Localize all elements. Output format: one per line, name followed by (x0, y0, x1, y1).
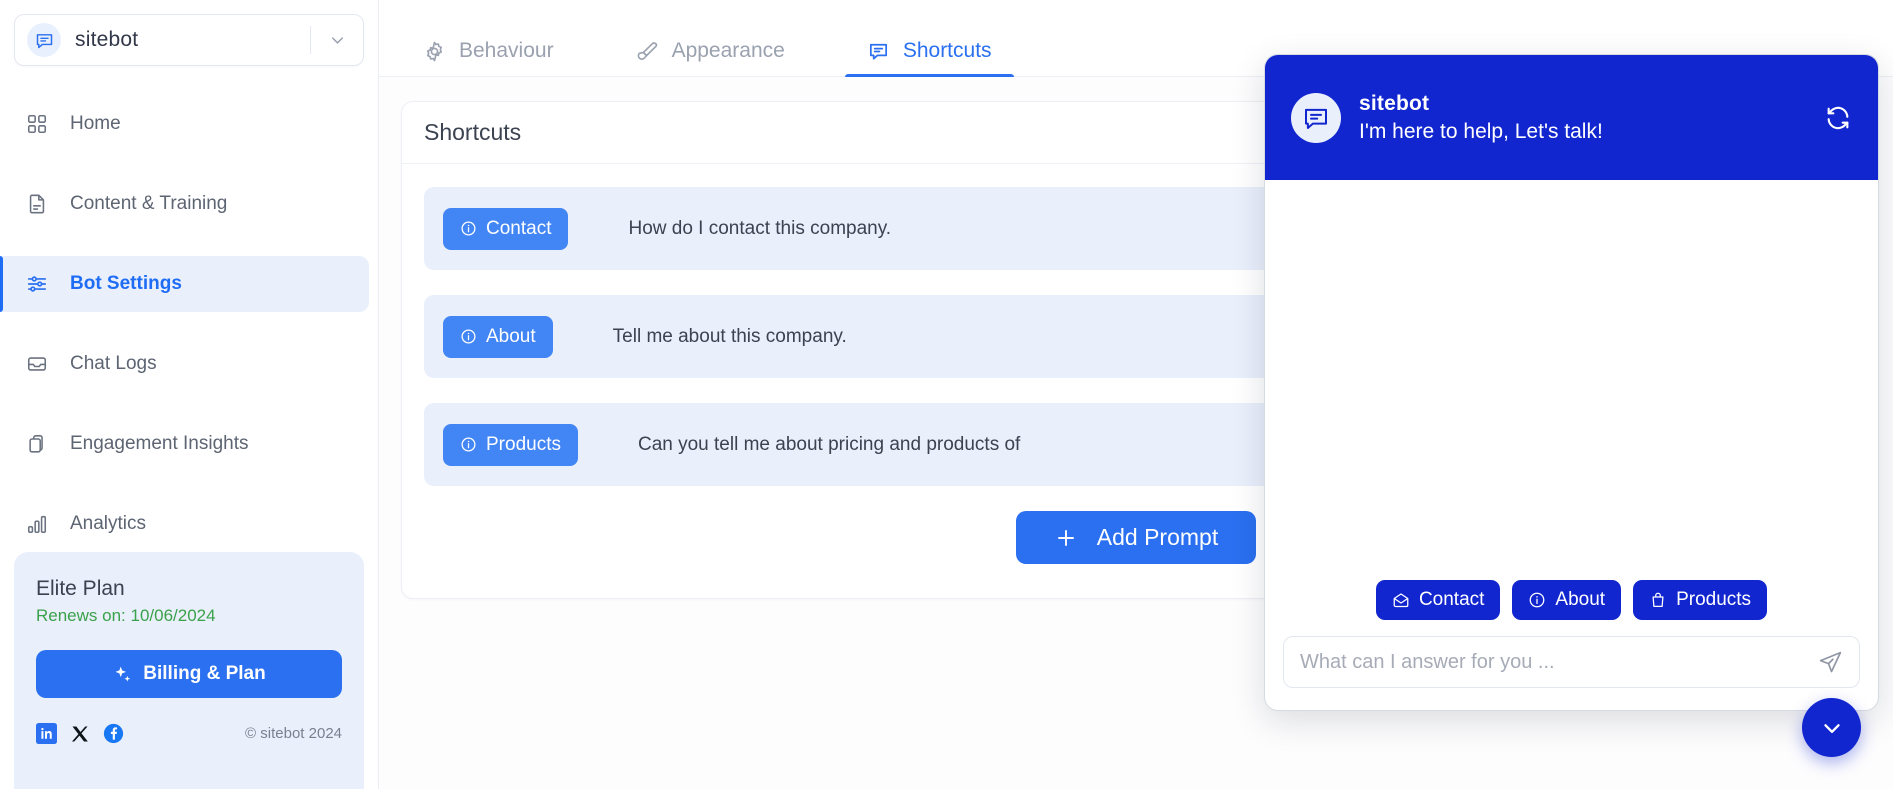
tab-label: Behaviour (459, 39, 554, 62)
chat-widget-title: sitebot (1359, 91, 1430, 115)
sparkle-icon (112, 664, 133, 685)
shortcut-chip-about[interactable]: About (443, 315, 553, 358)
envelope-open-icon (1392, 591, 1410, 609)
tab-shortcuts[interactable]: Shortcuts (844, 39, 1014, 77)
chevron-down-icon (1819, 715, 1845, 741)
info-icon (1528, 591, 1546, 609)
chat-widget-messages (1265, 180, 1878, 580)
shortcut-chip-contact[interactable]: Contact (443, 207, 569, 250)
sidebar-item-label: Chat Logs (70, 353, 157, 374)
plan-title: Elite Plan (36, 577, 125, 600)
tab-label: Shortcuts (902, 39, 992, 62)
chat-widget-input-area (1265, 636, 1878, 710)
chat-bubble-icon (27, 23, 61, 57)
tab-appearance[interactable]: Appearance (614, 39, 807, 76)
sidebar-nav: Home Content & Training Bot Settings Cha… (0, 96, 378, 576)
chat-widget-titles: sitebot I'm here to help, Let's talk! (1359, 92, 1603, 144)
plan-card: Elite Plan Renews on: 10/06/2024 Billing… (14, 552, 364, 789)
quick-reply-products[interactable]: Products (1633, 580, 1768, 620)
bot-name: sitebot (75, 28, 139, 51)
chat-widget-subtitle: I'm here to help, Let's talk! (1359, 119, 1603, 143)
shortcut-chip-products[interactable]: Products (443, 423, 578, 466)
send-icon[interactable] (1818, 650, 1843, 675)
plan-renewal-date: Renews on: 10/06/2024 (36, 606, 216, 626)
sidebar-footer: © sitebot 2024 (36, 723, 342, 745)
chip-label: Contact (486, 217, 552, 239)
quick-reply-label: About (1555, 589, 1606, 610)
tab-label: Appearance (671, 39, 785, 62)
grid-icon (22, 109, 52, 139)
add-prompt-button[interactable]: Add Prompt (1015, 511, 1257, 564)
billing-button-label: Billing & Plan (143, 663, 266, 685)
chat-widget-header: sitebot I'm here to help, Let's talk! (1265, 55, 1878, 180)
quick-reply-label: Products (1676, 589, 1752, 610)
chip-label: Products (486, 433, 561, 455)
quick-reply-contact[interactable]: Contact (1375, 580, 1501, 620)
sidebar-item-home[interactable]: Home (0, 96, 378, 152)
sidebar-item-label: Engagement Insights (70, 433, 249, 454)
sidebar-item-label: Analytics (70, 513, 147, 534)
sliders-icon (22, 269, 52, 299)
gear-icon (423, 40, 446, 63)
info-icon (460, 436, 477, 453)
chat-widget-preview: sitebot I'm here to help, Let's talk! Co… (1264, 54, 1879, 711)
quick-reply-label: Contact (1418, 589, 1485, 610)
sidebar-item-label: Content & Training (70, 193, 228, 214)
facebook-icon[interactable] (103, 723, 124, 744)
bar-chart-icon (22, 509, 52, 539)
tab-behaviour[interactable]: Behaviour (401, 39, 576, 76)
linkedin-icon[interactable] (36, 723, 57, 745)
sidebar-item-analytics[interactable]: Analytics (0, 496, 378, 552)
bot-selector[interactable]: sitebot (14, 14, 364, 66)
clipboard-icon (22, 429, 52, 459)
quick-reply-about[interactable]: About (1512, 580, 1622, 620)
bag-icon (1649, 591, 1667, 609)
chip-label: About (486, 325, 536, 347)
sidebar-item-engagement-insights[interactable]: Engagement Insights (0, 416, 378, 472)
add-prompt-label: Add Prompt (1096, 524, 1219, 550)
chat-message-input[interactable] (1300, 650, 1818, 674)
chat-input-container[interactable] (1283, 636, 1860, 688)
brush-icon (636, 40, 659, 63)
inbox-icon (22, 349, 52, 379)
chevron-down-icon[interactable] (311, 15, 363, 65)
plus-icon (1054, 526, 1078, 550)
chat-toggle-button[interactable] (1802, 698, 1861, 757)
refresh-icon[interactable] (1824, 104, 1852, 132)
copyright-text: © sitebot 2024 (245, 725, 342, 743)
sidebar-item-label: Bot Settings (70, 273, 182, 294)
document-icon (22, 189, 52, 219)
billing-and-plan-button[interactable]: Billing & Plan (36, 650, 342, 699)
sidebar-item-chat-logs[interactable]: Chat Logs (0, 336, 378, 392)
app-root: sitebot Home Content & Training Bot Sett… (0, 0, 1893, 789)
info-icon (460, 220, 477, 237)
sidebar: sitebot Home Content & Training Bot Sett… (0, 0, 379, 789)
info-icon (460, 328, 477, 345)
chat-widget-quick-replies: Contact About Products (1265, 580, 1878, 636)
sidebar-item-label: Home (70, 113, 121, 134)
chat-square-icon (867, 40, 890, 63)
chat-bubble-icon (1291, 92, 1341, 143)
sidebar-item-bot-settings[interactable]: Bot Settings (0, 256, 369, 312)
sidebar-item-content-training[interactable]: Content & Training (0, 176, 378, 232)
social-links (36, 723, 124, 745)
x-icon[interactable] (70, 724, 90, 744)
